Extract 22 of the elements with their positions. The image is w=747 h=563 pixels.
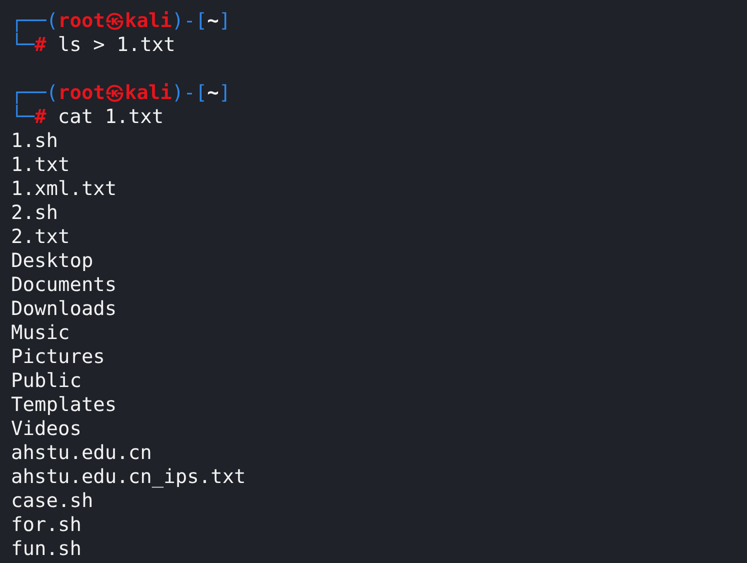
output-line: Music [11,321,70,345]
output-line: Documents [11,273,117,297]
output-line: 2.sh [11,201,58,225]
output-line: ahstu.edu.cn_ips.txt [11,465,246,489]
output-line: Desktop [11,249,94,273]
output-line: for.sh [11,513,82,537]
command-line: └─# ls > 1.txt [11,33,176,57]
output-line: 1.sh [11,129,58,153]
prompt-line: ┌──(root㉿kali)-[~] [11,81,231,104]
output-line: case.sh [11,489,94,513]
output-line: ahstu.edu.cn [11,441,152,465]
output-line: 1.txt [11,153,70,177]
output-line: Public [11,369,82,393]
output-line: Videos [11,417,82,441]
output-line: Pictures [11,345,105,369]
command-line: └─# cat 1.txt [11,105,164,129]
output-line: Templates [11,393,117,417]
output-line: Downloads [11,297,117,321]
prompt-line: ┌──(root㉿kali)-[~] [11,9,231,32]
output-line: 2.txt [11,225,70,249]
output-line: 1.xml.txt [11,177,117,201]
output-line: fun.sh [11,537,82,561]
